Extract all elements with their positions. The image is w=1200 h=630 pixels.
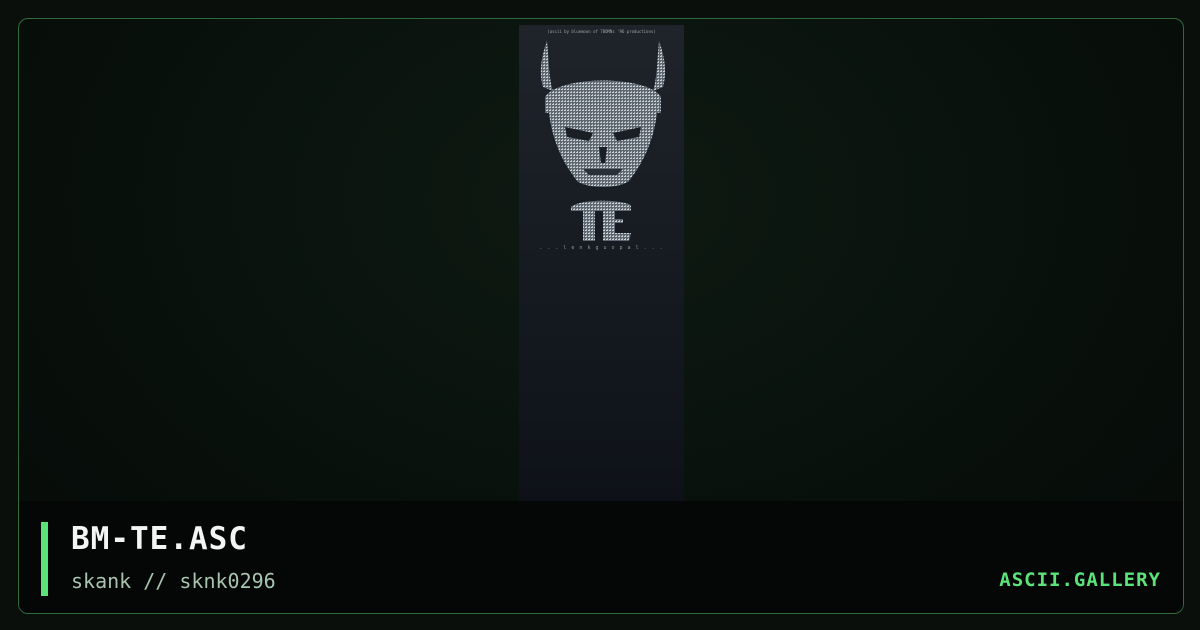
artwork-author: skank // sknk0296 [71,569,276,593]
accent-bar [41,522,48,596]
site-name: ASCII.GALLERY [999,569,1161,591]
artwork-title: BM-TE.ASC [71,521,248,557]
logo-bar [571,200,631,211]
right-horn [653,41,666,91]
mouth-shadow [583,169,623,175]
ascii-art-image [540,41,666,241]
preview-frame: (ascii by bluemoon of 7BOMNs '96 product… [18,18,1184,614]
art-signature-dots: . . . l e n k g u o p a l . . . [539,245,664,251]
head-top [545,80,661,113]
logo-letter-e [603,211,631,241]
art-credit-line: (ascii by bluemoon of 7BOMNs '96 product… [547,29,656,34]
logo-letter-t [583,211,595,241]
left-horn [540,41,553,91]
caption-bar: BM-TE.ASC skank // sknk0296 ASCII.GALLER… [19,501,1183,613]
ascii-art-panel: (ascii by bluemoon of 7BOMNs '96 product… [519,25,684,501]
